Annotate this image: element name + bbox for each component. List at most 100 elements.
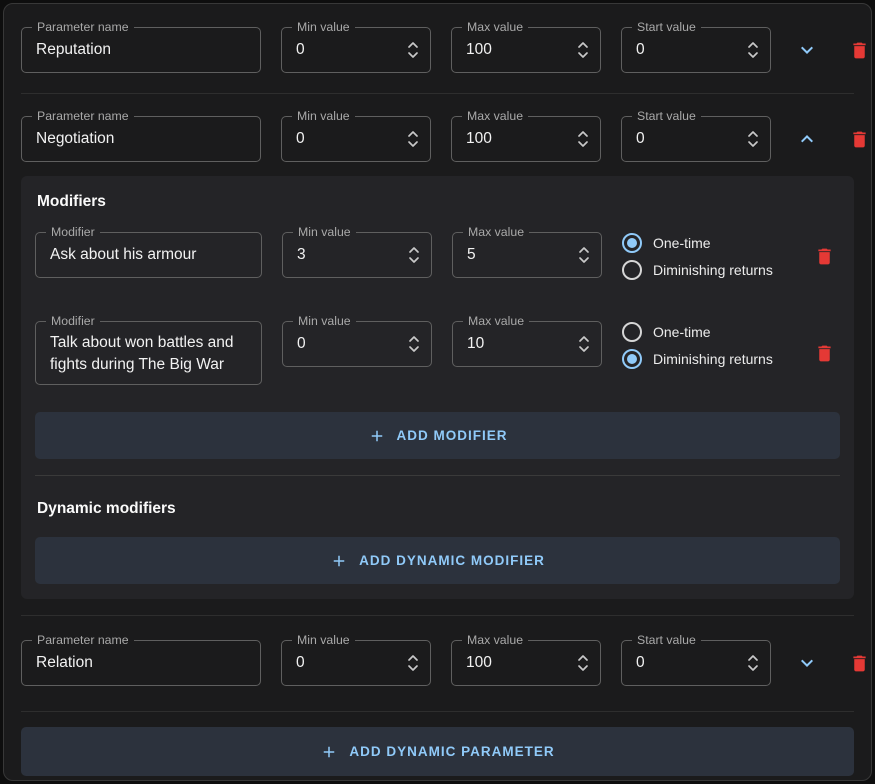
trash-icon (849, 40, 870, 61)
up-down-chevrons-icon (408, 245, 420, 266)
chevron-up-icon (795, 127, 819, 151)
add-dynamic-parameter-label: ADD DYNAMIC PARAMETER (349, 744, 554, 759)
add-dynamic-parameter-button[interactable]: ADD DYNAMIC PARAMETER (21, 727, 854, 776)
parameter-row-negotiation: Parameter name Min value Max value Start… (21, 116, 854, 162)
up-down-chevrons-icon (747, 653, 759, 674)
parameter-name-label: Parameter name (32, 20, 134, 35)
up-down-chevrons-icon (408, 334, 420, 355)
up-down-chevrons-icon (747, 129, 759, 150)
max-value-label: Max value (462, 109, 528, 124)
max-value-field: Max value (451, 640, 601, 686)
plus-icon (320, 743, 338, 761)
max-value-stepper[interactable] (577, 40, 589, 61)
modifier-row: Modifier Min value Max value One-time (35, 232, 840, 280)
add-dynamic-modifier-button[interactable]: ADD DYNAMIC MODIFIER (35, 537, 840, 584)
modifier-label: Modifier (46, 314, 100, 329)
min-value-field: Min value (281, 640, 431, 686)
start-value-label: Start value (632, 109, 701, 124)
up-down-chevrons-icon (577, 40, 589, 61)
min-value-label: Min value (292, 20, 355, 35)
delete-parameter-button[interactable] (843, 34, 872, 66)
max-value-stepper[interactable] (578, 334, 590, 355)
up-down-chevrons-icon (747, 40, 759, 61)
start-value-stepper[interactable] (747, 129, 759, 150)
min-value-stepper[interactable] (408, 334, 420, 355)
parameter-name-field: Parameter name (21, 27, 261, 73)
dynamic-parameters-editor: Parameter name Min value Max value Start… (3, 3, 872, 781)
trash-icon (849, 129, 870, 150)
up-down-chevrons-icon (578, 245, 590, 266)
modifier-type-radio-group: One-time Diminishing returns (622, 321, 773, 369)
max-value-field: Max value (451, 27, 601, 73)
parameter-details-panel: Modifiers Modifier Min value Max value O… (21, 176, 854, 599)
parameter-name-field: Parameter name (21, 116, 261, 162)
max-value-label: Max value (462, 633, 528, 648)
add-modifier-button[interactable]: ADD MODIFIER (35, 412, 840, 459)
collapse-parameter-button[interactable] (791, 123, 823, 155)
add-dynamic-modifier-label: ADD DYNAMIC MODIFIER (359, 553, 545, 568)
min-value-label: Min value (292, 633, 355, 648)
delete-modifier-button[interactable] (808, 337, 840, 369)
max-value-label: Max value (463, 225, 529, 240)
min-value-stepper[interactable] (407, 40, 419, 61)
min-value-field: Min value (281, 27, 431, 73)
modifier-row: Modifier Min value Max value One-time (35, 321, 840, 385)
parameter-row-reputation: Parameter name Min value Max value Start… (21, 27, 854, 73)
start-value-stepper[interactable] (747, 653, 759, 674)
max-value-label: Max value (462, 20, 528, 35)
modifier-input[interactable] (36, 322, 261, 384)
max-value-stepper[interactable] (578, 245, 590, 266)
chevron-down-icon (795, 38, 819, 62)
delete-parameter-button[interactable] (843, 647, 872, 679)
radio-button-icon (622, 260, 642, 280)
min-value-stepper[interactable] (408, 245, 420, 266)
min-value-label: Min value (293, 225, 356, 240)
min-value-stepper[interactable] (407, 129, 419, 150)
radio-one-time[interactable]: One-time (622, 322, 773, 342)
radio-button-icon (622, 349, 642, 369)
plus-icon (368, 427, 386, 445)
min-value-stepper[interactable] (407, 653, 419, 674)
parameter-name-field: Parameter name (21, 640, 261, 686)
radio-button-icon (622, 322, 642, 342)
start-value-label: Start value (632, 20, 701, 35)
add-modifier-label: ADD MODIFIER (397, 428, 508, 443)
parameter-row-relation: Parameter name Min value Max value Start… (21, 640, 854, 686)
up-down-chevrons-icon (407, 129, 419, 150)
radio-one-time-label: One-time (653, 235, 711, 251)
up-down-chevrons-icon (578, 334, 590, 355)
modifier-type-radio-group: One-time Diminishing returns (622, 232, 773, 280)
delete-modifier-button[interactable] (808, 240, 840, 272)
trash-icon (814, 246, 835, 267)
min-value-label: Min value (293, 314, 356, 329)
max-value-label: Max value (463, 314, 529, 329)
section-divider (35, 475, 840, 476)
max-value-stepper[interactable] (577, 653, 589, 674)
row-divider (21, 615, 854, 616)
radio-button-icon (622, 233, 642, 253)
radio-diminishing-returns[interactable]: Diminishing returns (622, 260, 773, 280)
start-value-field: Start value (621, 640, 771, 686)
chevron-down-icon (795, 651, 819, 675)
expand-parameter-button[interactable] (791, 34, 823, 66)
expand-parameter-button[interactable] (791, 647, 823, 679)
delete-parameter-button[interactable] (843, 123, 872, 155)
max-value-stepper[interactable] (577, 129, 589, 150)
row-divider (21, 93, 854, 94)
min-value-label: Min value (292, 109, 355, 124)
modifier-field: Modifier (35, 321, 262, 385)
up-down-chevrons-icon (407, 653, 419, 674)
min-value-field: Min value (282, 321, 432, 367)
start-value-stepper[interactable] (747, 40, 759, 61)
max-value-field: Max value (452, 232, 602, 278)
radio-diminishing-returns[interactable]: Diminishing returns (622, 349, 773, 369)
trash-icon (814, 343, 835, 364)
plus-icon (330, 552, 348, 570)
modifier-label: Modifier (46, 225, 100, 240)
up-down-chevrons-icon (407, 40, 419, 61)
modifiers-section-title: Modifiers (35, 191, 840, 211)
start-value-field: Start value (621, 116, 771, 162)
up-down-chevrons-icon (577, 129, 589, 150)
max-value-field: Max value (451, 116, 601, 162)
radio-one-time[interactable]: One-time (622, 233, 773, 253)
